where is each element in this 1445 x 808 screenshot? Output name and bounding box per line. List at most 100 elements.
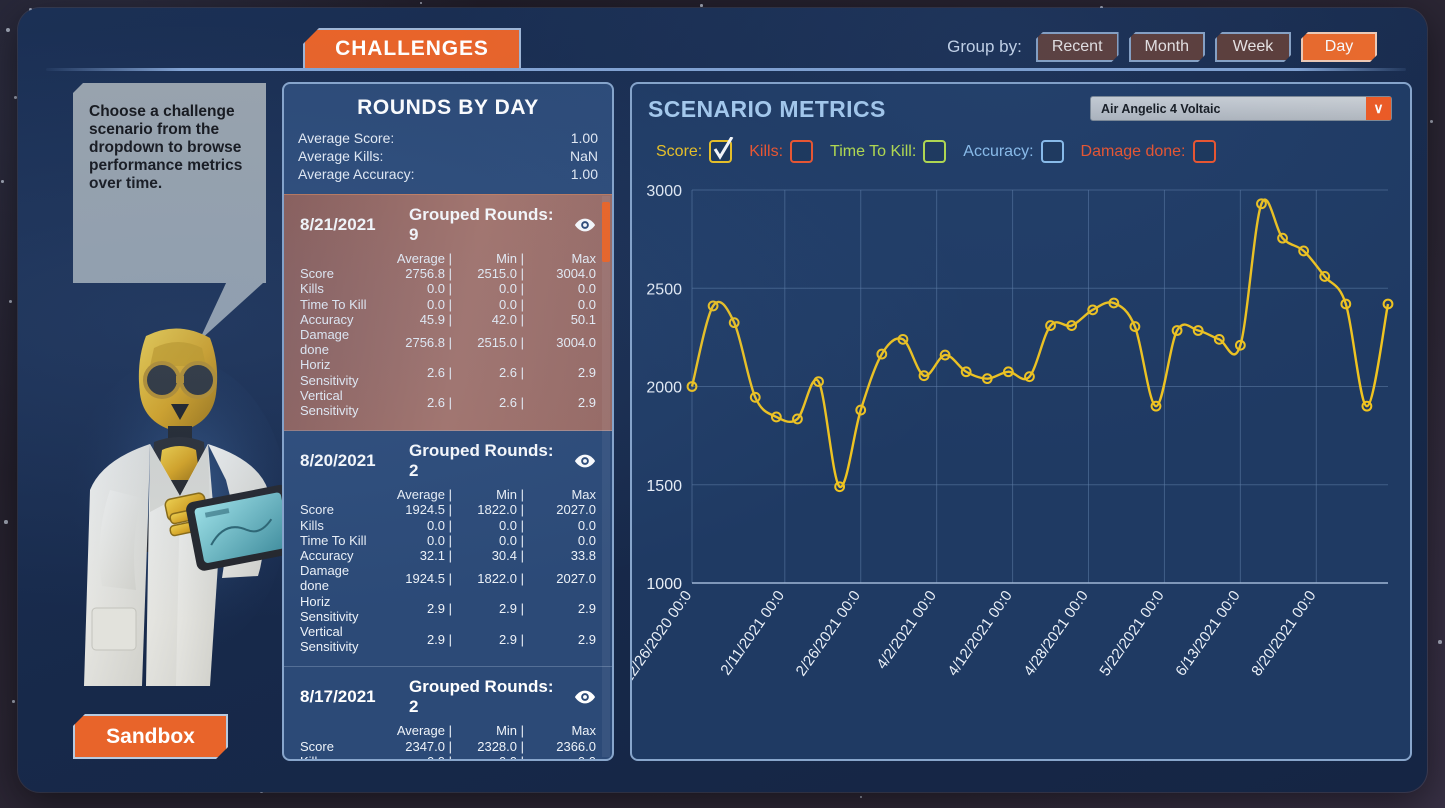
metric-label: Score xyxy=(300,738,334,754)
rounds-list[interactable]: 8/21/2021 Grouped Rounds: 9 Average | Min |… xyxy=(284,194,612,759)
metric-toggle-label: Accuracy: xyxy=(963,142,1034,160)
scenario-dropdown[interactable]: Air Angelic 4 Voltaic ∨ xyxy=(1090,96,1392,121)
metric-value: 32.1 | xyxy=(419,548,452,564)
metric-value: 2.9 xyxy=(577,395,596,411)
metric-name-header xyxy=(300,487,380,502)
round-card[interactable]: 8/21/2021 Grouped Rounds: 9 Average | Min |… xyxy=(284,194,612,432)
metric-label: Accuracy xyxy=(300,548,354,564)
check-icon xyxy=(713,137,734,160)
metric-label: Damage done xyxy=(300,327,350,358)
table-row: Time To Kill 0.0 | 0.0 | 0.0 xyxy=(300,533,596,548)
group-by-week[interactable]: Week xyxy=(1215,32,1291,62)
star xyxy=(4,520,8,524)
metric-label: Score xyxy=(300,266,334,282)
metric-value: 50.1 xyxy=(570,311,596,327)
round-card[interactable]: 8/20/2021 Grouped Rounds: 2 Average | Min |… xyxy=(284,431,612,668)
tab-challenges-label: CHALLENGES xyxy=(335,37,489,60)
metric-label: Horiz Sensitivity xyxy=(300,357,359,388)
column-header: Average | xyxy=(396,723,452,739)
metric-value: 2027.0 xyxy=(556,502,596,518)
metric-value: 0.0 | xyxy=(498,281,524,297)
column-header: Min | xyxy=(496,723,524,739)
metric-value: 2027.0 xyxy=(556,570,596,586)
metric-value: 2347.0 | xyxy=(405,738,452,754)
tab-challenges[interactable]: CHALLENGES xyxy=(303,28,521,68)
table-row: Damage done 2756.8 | 2515.0 | 3004.0 xyxy=(300,327,596,357)
header-divider xyxy=(46,68,1406,71)
average-kills-row: Average Kills: NaN xyxy=(298,148,598,166)
metric-checkbox[interactable] xyxy=(709,137,734,163)
star xyxy=(1,180,4,183)
metric-value: 2.6 | xyxy=(426,365,452,381)
scenario-metrics-title: SCENARIO METRICS xyxy=(648,96,886,122)
x-axis-tick-label: 6/13/2021 00:0 xyxy=(1172,588,1243,680)
x-axis-tick-label: 4/2/2021 00:0 xyxy=(873,588,940,673)
metric-label: Kills xyxy=(300,281,324,297)
metric-label: Vertical Sensitivity xyxy=(300,624,359,655)
metric-label: Vertical Sensitivity xyxy=(300,387,359,419)
metric-toggle-kills[interactable]: Kills: xyxy=(749,140,814,163)
metric-checkbox[interactable] xyxy=(1192,140,1216,163)
average-score-row: Average Score: 1.00 xyxy=(298,130,598,148)
metric-value: 3004.0 xyxy=(556,334,596,350)
eye-icon[interactable] xyxy=(574,217,596,233)
metric-value: 0.0 | xyxy=(452,754,524,759)
metric-value: 2.9 | xyxy=(498,631,524,647)
round-card-grouped-rounds: Grouped Rounds: 2 xyxy=(409,441,554,481)
metric-value: 0.0 | xyxy=(426,281,452,297)
eye-icon[interactable] xyxy=(574,453,596,469)
rounds-scrollbar-track[interactable] xyxy=(602,196,610,757)
metric-toggle-timetokill[interactable]: Time To Kill: xyxy=(830,140,947,163)
x-axis-tick-label: 2/26/2021 00:0 xyxy=(793,588,864,680)
average-score-label: Average Score: xyxy=(298,130,395,146)
group-by-recent[interactable]: Recent xyxy=(1036,32,1119,62)
rounds-scrollbar-thumb[interactable] xyxy=(602,202,610,262)
metric-value: 2.9 | xyxy=(498,601,524,617)
metric-value: 0.0 xyxy=(577,517,596,533)
metric-toggle-label: Kills: xyxy=(749,142,784,160)
sandbox-button[interactable]: Sandbox xyxy=(73,714,228,759)
round-card-header: 8/21/2021 Grouped Rounds: 9 xyxy=(300,205,596,245)
eye-icon[interactable] xyxy=(574,689,596,705)
metric-value: 0.0 xyxy=(524,754,596,759)
metric-value: 0.0 xyxy=(577,281,596,297)
metric-checkbox[interactable] xyxy=(790,140,814,163)
metric-value: 2.6 | xyxy=(426,395,452,411)
metric-toggle-accuracy[interactable]: Accuracy: xyxy=(963,140,1064,163)
round-card-date: 8/17/2021 xyxy=(300,687,376,707)
star xyxy=(6,28,10,32)
column-header: Max xyxy=(571,723,596,739)
metric-value: 2366.0 xyxy=(556,738,596,754)
metric-toggle-damagedone[interactable]: Damage done: xyxy=(1081,140,1216,163)
average-score-value: 1.00 xyxy=(570,130,598,146)
y-axis-tick-label: 1500 xyxy=(646,478,682,495)
metric-name-header xyxy=(300,251,380,266)
metric-toggles: Score: Kills: Time To Kill: Accuracy: Damage… xyxy=(656,137,1216,163)
column-header: Min | xyxy=(496,487,524,503)
metric-value: 1924.5 | xyxy=(405,570,452,586)
rounds-header: ROUNDS BY DAY Average Score: 1.00 Averag… xyxy=(284,84,612,209)
metric-value: 1822.0 | xyxy=(477,570,524,586)
chevron-down-icon[interactable]: ∨ xyxy=(1366,97,1391,120)
metric-toggle-label: Score: xyxy=(656,142,703,160)
round-card-header: 8/17/2021 Grouped Rounds: 2 xyxy=(300,677,596,717)
metric-value: 2328.0 | xyxy=(477,738,524,754)
metric-value: 2756.8 | xyxy=(405,266,452,282)
round-card[interactable]: 8/17/2021 Grouped Rounds: 2 Average | Min |… xyxy=(284,667,612,759)
metric-value: 42.0 | xyxy=(491,311,524,327)
metric-toggle-score[interactable]: Score: xyxy=(656,137,734,163)
average-kills-label: Average Kills: xyxy=(298,147,384,164)
metric-checkbox[interactable] xyxy=(923,140,947,163)
group-by-day[interactable]: Day xyxy=(1301,32,1377,62)
metric-value: 2515.0 | xyxy=(477,266,524,282)
score-chart[interactable]: 1000 1500 2000 2500 3000 12/26/2020 00:0 2/11/… xyxy=(619,180,1410,759)
metric-value: 0.0 | xyxy=(498,296,524,312)
group-by-month[interactable]: Month xyxy=(1129,32,1205,62)
metric-checkbox[interactable] xyxy=(1040,140,1064,163)
metric-value: 3004.0 xyxy=(556,266,596,282)
metric-value: 0.0 | xyxy=(380,754,452,759)
rounds-panel: ROUNDS BY DAY Average Score: 1.00 Averag… xyxy=(282,82,614,761)
x-axis-tick-label: 8/20/2021 00:0 xyxy=(1248,588,1319,680)
metric-value: 33.8 xyxy=(570,548,596,564)
table-row: Vertical Sensitivity 2.9 | 2.9 | 2.9 xyxy=(300,624,596,654)
